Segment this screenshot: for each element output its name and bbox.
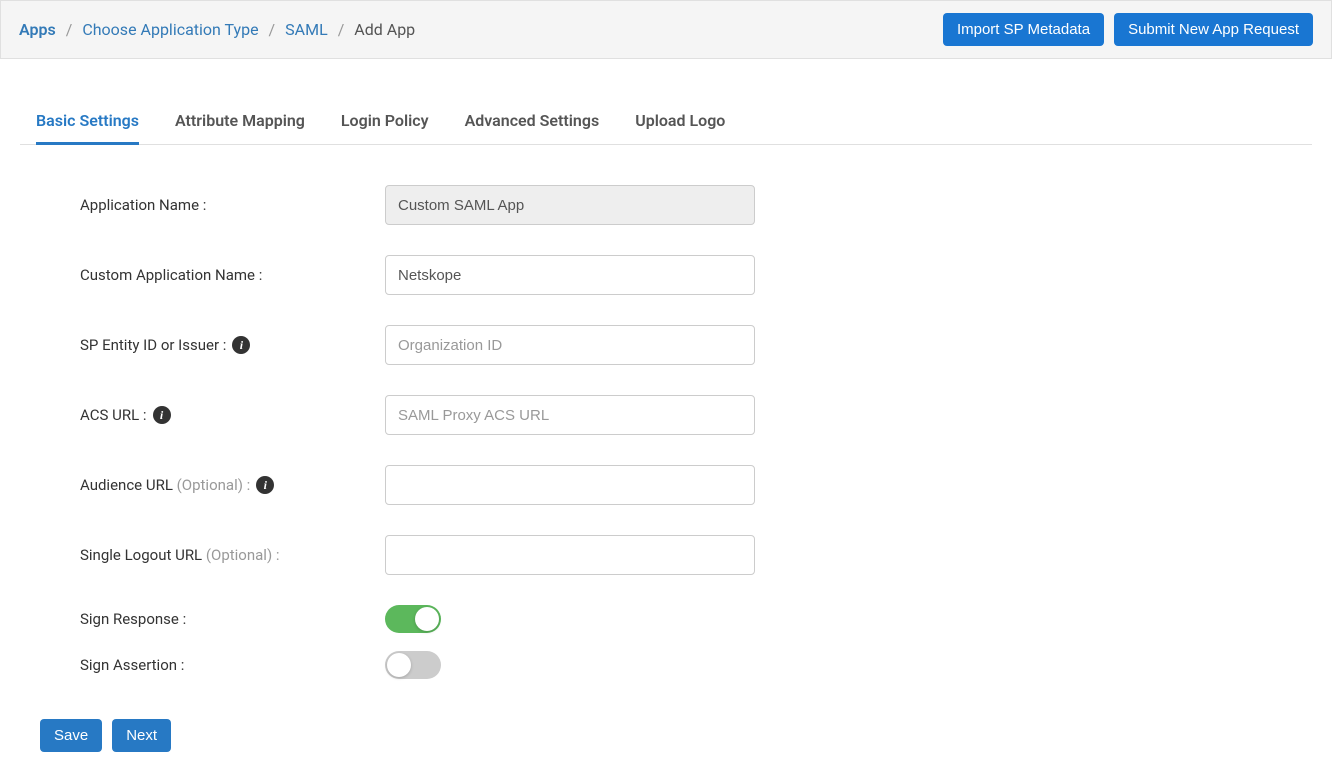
breadcrumb-apps[interactable]: Apps [19, 20, 56, 39]
toggle-knob [415, 607, 439, 631]
form-row-sp-entity: SP Entity ID or Issuer : i [80, 325, 1312, 365]
info-icon[interactable]: i [232, 336, 250, 354]
form-row-acs-url: ACS URL : i [80, 395, 1312, 435]
audience-url-input[interactable] [385, 465, 755, 505]
tab-login-policy[interactable]: Login Policy [341, 99, 429, 145]
tab-basic-settings[interactable]: Basic Settings [36, 99, 139, 145]
tab-advanced-settings[interactable]: Advanced Settings [465, 99, 600, 145]
sign-assertion-label: Sign Assertion : [80, 656, 385, 674]
content: Basic Settings Attribute Mapping Login P… [0, 99, 1332, 772]
breadcrumb-separator: / [269, 20, 276, 39]
breadcrumb: Apps / Choose Application Type / SAML / … [19, 20, 415, 39]
sign-response-toggle[interactable] [385, 605, 441, 633]
next-button[interactable]: Next [112, 719, 171, 752]
custom-app-name-label: Custom Application Name : [80, 266, 385, 284]
tabs: Basic Settings Attribute Mapping Login P… [20, 99, 1312, 145]
form-section: Application Name : Custom Application Na… [20, 145, 1312, 679]
slo-url-label: Single Logout URL (Optional) : [80, 546, 385, 564]
sign-assertion-toggle[interactable] [385, 651, 441, 679]
tab-upload-logo[interactable]: Upload Logo [635, 99, 725, 145]
acs-url-label: ACS URL : i [80, 406, 385, 424]
sign-response-label: Sign Response : [80, 610, 385, 628]
app-name-input [385, 185, 755, 225]
footer-actions: Save Next [40, 719, 1312, 752]
header-actions: Import SP Metadata Submit New App Reques… [943, 13, 1313, 46]
form-row-audience-url: Audience URL (Optional) : i [80, 465, 1312, 505]
breadcrumb-choose-type[interactable]: Choose Application Type [82, 20, 258, 39]
import-sp-metadata-button[interactable]: Import SP Metadata [943, 13, 1104, 46]
form-row-slo-url: Single Logout URL (Optional) : [80, 535, 1312, 575]
breadcrumb-current: Add App [354, 20, 415, 39]
header-bar: Apps / Choose Application Type / SAML / … [0, 0, 1332, 59]
custom-app-name-input[interactable] [385, 255, 755, 295]
submit-new-app-request-button[interactable]: Submit New App Request [1114, 13, 1313, 46]
info-icon[interactable]: i [256, 476, 274, 494]
breadcrumb-separator: / [338, 20, 345, 39]
form-row-custom-app-name: Custom Application Name : [80, 255, 1312, 295]
sp-entity-input[interactable] [385, 325, 755, 365]
tab-attribute-mapping[interactable]: Attribute Mapping [175, 99, 305, 145]
info-icon[interactable]: i [153, 406, 171, 424]
sp-entity-label: SP Entity ID or Issuer : i [80, 336, 385, 354]
form-row-app-name: Application Name : [80, 185, 1312, 225]
breadcrumb-saml[interactable]: SAML [285, 20, 328, 39]
audience-url-label: Audience URL (Optional) : i [80, 476, 385, 494]
form-row-sign-response: Sign Response : [80, 605, 1312, 633]
acs-url-input[interactable] [385, 395, 755, 435]
toggle-knob [387, 653, 411, 677]
save-button[interactable]: Save [40, 719, 102, 752]
app-name-label: Application Name : [80, 196, 385, 214]
slo-url-input[interactable] [385, 535, 755, 575]
form-row-sign-assertion: Sign Assertion : [80, 651, 1312, 679]
breadcrumb-separator: / [66, 20, 73, 39]
